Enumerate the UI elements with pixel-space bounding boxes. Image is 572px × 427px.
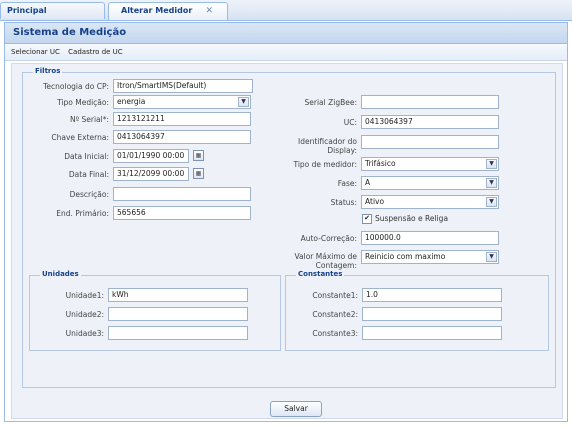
breadcrumb: Selecionar UC Cadastro de UC [5,44,567,61]
fase-select[interactable]: A ▼ [361,176,499,190]
data-final-label: Data Final: [68,170,109,179]
descricao-label: Descrição: [69,190,109,199]
chevron-down-icon[interactable]: ▼ [238,97,249,107]
main-window: Sistema de Medição Selecionar UC Cadastr… [4,22,568,422]
serial-zigbee-field[interactable] [361,95,499,109]
checkbox-checked-icon[interactable]: ✔ [362,214,372,224]
auto-correcao-label: Auto-Correção: [300,234,357,243]
chevron-down-icon[interactable]: ▼ [486,197,497,207]
suspensao-religa-label: Suspensão e Religa [375,214,449,223]
valor-max-label-1: Valor Máximo de [294,252,357,261]
tipo-medidor-value: Trifásico [365,159,396,168]
tipo-medidor-select[interactable]: Trifásico ▼ [361,157,499,171]
form-area: Filtros Tecnologia do CP: Itron/SmartIMS… [11,63,563,419]
status-value: Ativo [365,197,385,206]
descricao-field[interactable] [113,187,251,201]
chave-externa-field[interactable]: 0413064397 [113,130,251,144]
uc-label: UC: [343,118,357,127]
valor-max-value: Reinicio com maximo [365,252,446,261]
tab-principal[interactable]: Principal [0,2,105,19]
auto-correcao-field[interactable]: 100000.0 [361,231,499,245]
chave-externa-label: Chave Externa: [51,133,109,142]
tipo-medicao-value: energia [117,97,146,106]
tab-principal-label: Principal [7,6,47,15]
data-final-field[interactable]: 31/12/2099 00:00 [113,167,189,181]
num-serial-field[interactable]: 1213121211 [113,112,251,126]
tipo-medidor-label: Tipo de medidor: [293,160,357,169]
tipo-medicao-label: Tipo Medição: [57,98,109,107]
chevron-down-icon[interactable]: ▼ [486,252,497,262]
unidades-fieldset: Unidades Unidade1: kWh Unidade2: Unidade… [29,270,281,351]
valor-max-label-2: Contagem: [315,261,357,270]
save-button[interactable]: Salvar [270,401,322,417]
status-label: Status: [330,198,357,207]
toolbar-cadastro-uc[interactable]: Cadastro de UC [68,48,123,56]
tecnologia-field[interactable]: Itron/SmartIMS(Default) [113,79,253,93]
tecnologia-label: Tecnologia do CP: [43,82,109,91]
calendar-icon[interactable]: ▦ [193,150,204,161]
chevron-down-icon[interactable]: ▼ [486,159,497,169]
data-inicial-field[interactable]: 01/01/1990 00:00 [113,149,189,163]
window-title: Sistema de Medição [5,23,567,44]
tab-bar: Principal Alterar Medidor ✕ [0,0,572,21]
data-inicial-label: Data Inicial: [64,152,109,161]
num-serial-label: Nº Serial*: [69,115,109,124]
unidade3-field[interactable] [108,326,248,340]
constante3-field[interactable] [362,326,502,340]
filtros-fieldset: Filtros Tecnologia do CP: Itron/SmartIMS… [22,67,556,388]
serial-zigbee-label: Serial ZigBee: [304,98,358,107]
suspensao-religa-checkbox[interactable]: ✔ Suspensão e Religa [362,214,448,224]
fase-label: Fase: [337,179,357,188]
uc-field[interactable]: 0413064397 [361,115,499,129]
unidades-legend: Unidades [40,270,81,278]
constante1-field[interactable]: 1.0 [362,288,502,302]
constantes-legend: Constantes [296,270,345,278]
valor-max-select[interactable]: Reinicio com maximo ▼ [361,250,499,264]
constante3-label: Constante3: [312,329,358,338]
status-select[interactable]: Ativo ▼ [361,195,499,209]
identificador-field[interactable] [361,135,499,149]
tab-alterar-medidor-label: Alterar Medidor [121,6,193,15]
unidade2-label: Unidade2: [65,310,104,319]
end-primario-field[interactable]: 565656 [113,206,251,220]
tab-alterar-medidor[interactable]: Alterar Medidor ✕ [108,2,228,20]
unidade2-field[interactable] [108,307,248,321]
unidade1-field[interactable]: kWh [108,288,248,302]
identificador-label-2: Display: [327,146,357,155]
fase-value: A [365,178,371,187]
constante2-label: Constante2: [312,310,358,319]
toolbar-selecionar-uc[interactable]: Selecionar UC [11,48,60,56]
chevron-down-icon[interactable]: ▼ [486,178,497,188]
unidade1-label: Unidade1: [65,291,104,300]
constante2-field[interactable] [362,307,502,321]
end-primario-label: End. Primário: [56,209,109,218]
constantes-fieldset: Constantes Constante1: 1.0 Constante2: C… [285,270,549,351]
constante1-label: Constante1: [312,291,358,300]
unidade3-label: Unidade3: [65,329,104,338]
tipo-medicao-select[interactable]: energia ▼ [113,95,251,109]
identificador-label-1: Identificador do [298,137,357,146]
close-icon[interactable]: ✕ [205,3,213,19]
calendar-icon[interactable]: ▦ [193,168,204,179]
filtros-legend: Filtros [33,67,63,75]
